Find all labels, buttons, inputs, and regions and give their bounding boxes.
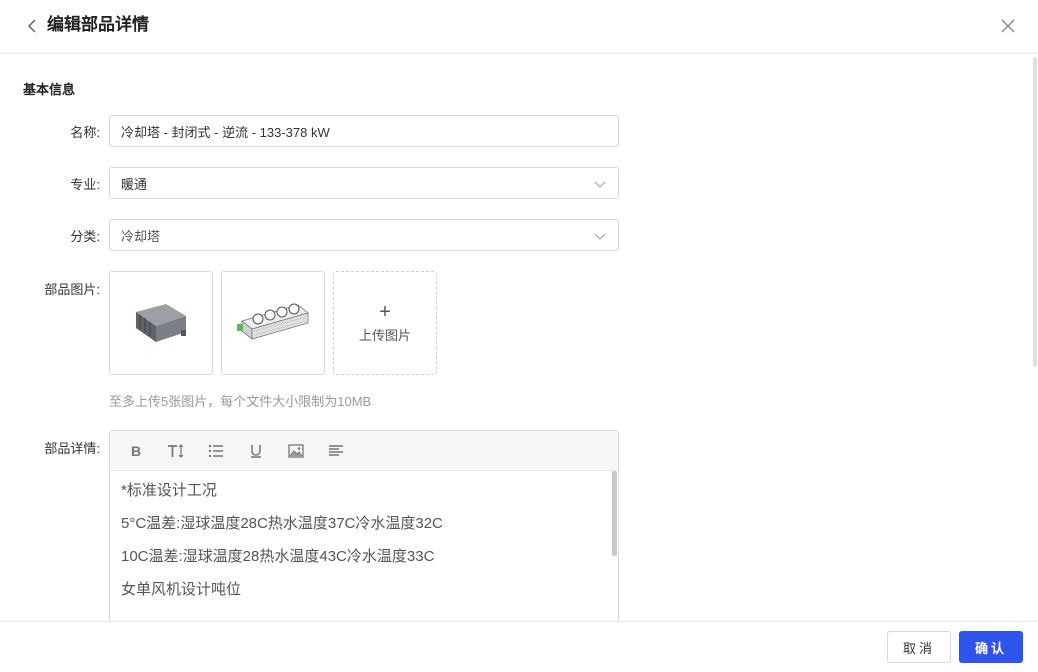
close-button[interactable] [998,16,1018,36]
align-left-icon [329,444,343,456]
underline-button[interactable] [245,440,267,462]
chevron-down-icon [594,181,606,188]
upload-image-button[interactable]: + 上传图片 [333,271,437,375]
name-input-value: 冷却塔 - 封闭式 - 逆流 - 133-378 kW [121,124,330,140]
discipline-label: 专业: [70,177,100,192]
part-image-thumbnail[interactable] [221,271,325,375]
cooling-tower-image [136,304,186,342]
upload-image-label: 上传图片 [358,327,411,343]
back-button[interactable] [22,16,42,36]
rich-text-editor[interactable]: B *标准设计工况 5°C温差:湿球温度28C热水温度37C冷水温度32C 10… [109,430,619,621]
close-icon [1001,19,1015,33]
editor-toolbar: B [110,431,618,471]
section-title-basic-info: 基本信息 [23,82,76,97]
align-button[interactable] [325,440,347,462]
upload-hint: 至多上传5张图片，每个文件大小限制为10MB [109,394,372,409]
dialog-body: 基本信息 名称: 冷却塔 - 封闭式 - 逆流 - 133-378 kW 专业:… [0,55,1038,621]
editor-line: *标准设计工况 [121,482,217,499]
chevron-left-icon [27,19,36,33]
bold-icon: B [130,442,142,459]
discipline-select-value: 暖通 [121,176,148,192]
editor-scrollbar-thumb[interactable] [612,471,617,556]
editor-line: 女单风机设计吨位 [121,581,242,598]
list-icon [209,444,223,457]
cooling-tower-fan-image [237,303,309,340]
editor-line: 5°C温差:湿球温度28C热水温度37C冷水温度32C [121,515,443,532]
discipline-select[interactable]: 暖通 [109,167,619,199]
plus-icon: + [379,300,391,323]
scrollbar[interactable] [1032,55,1038,621]
list-button[interactable] [205,440,227,462]
part-image-thumbnail[interactable] [109,271,213,375]
chevron-down-icon [594,233,606,240]
text-size-icon [168,443,184,458]
details-label: 部品详情: [44,441,100,456]
cancel-button[interactable]: 取消 [887,631,951,663]
name-label: 名称: [70,125,100,140]
editor-content[interactable]: *标准设计工况 5°C温差:湿球温度28C热水温度37C冷水温度32C 10C温… [110,471,618,621]
name-input[interactable]: 冷却塔 - 封闭式 - 逆流 - 133-378 kW [109,115,619,147]
underline-icon [251,444,261,458]
images-label: 部品图片: [44,282,100,297]
scrollbar-thumb[interactable] [1033,57,1037,367]
confirm-button[interactable]: 确认 [959,631,1023,663]
category-label: 分类: [70,229,100,244]
dialog-footer: 取消 确认 [0,621,1038,672]
text-size-button[interactable] [165,440,187,462]
page-title: 编辑部品详情 [47,15,149,34]
bold-button[interactable]: B [125,440,147,462]
image-icon [288,443,304,458]
category-select[interactable]: 冷却塔 [109,219,619,251]
insert-image-button[interactable] [285,440,307,462]
edit-part-dialog: 编辑部品详情 基本信息 名称: 冷却塔 - 封闭式 - 逆流 - 133-378… [0,0,1038,672]
editor-line: 10C温差:湿球温度28热水温度43C冷水温度33C [121,548,435,565]
dialog-header: 编辑部品详情 [0,0,1038,54]
category-select-value: 冷却塔 [121,228,161,244]
